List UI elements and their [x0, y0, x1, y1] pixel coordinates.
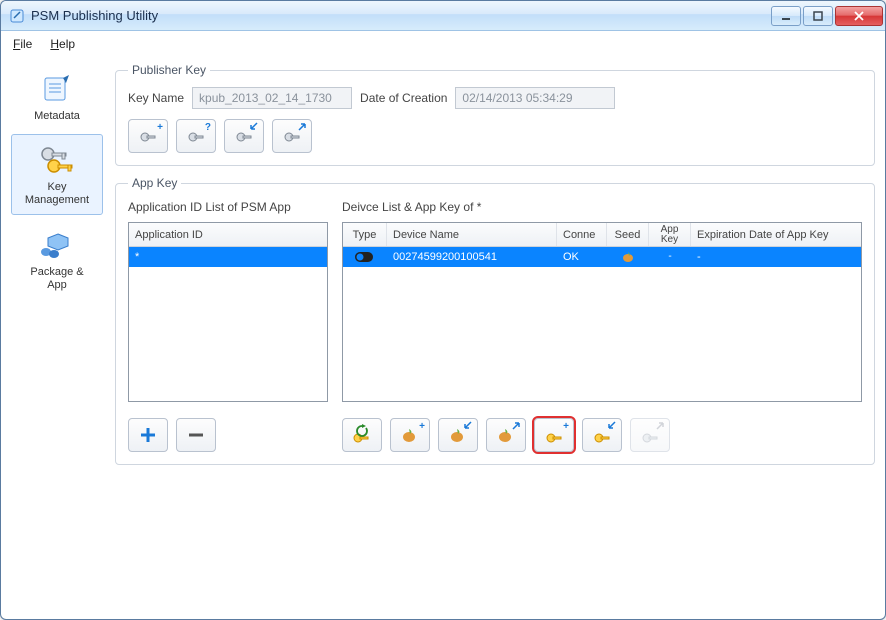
import-arrow-icon	[249, 122, 259, 135]
seed-icon	[607, 247, 649, 267]
create-app-key-button[interactable]: +	[534, 418, 574, 452]
device-toolbar: +	[342, 418, 862, 452]
publisher-key-group: Publisher Key Key Name kpub_2013_02_14_1…	[115, 63, 875, 166]
appid-toolbar	[128, 418, 328, 452]
import-app-key-button[interactable]	[582, 418, 622, 452]
import-arrow-icon	[463, 421, 473, 434]
sidebar-item-key-management[interactable]: Key Management	[11, 134, 103, 214]
add-seed-button[interactable]: +	[390, 418, 430, 452]
device-list-label: Deivce List & App Key of *	[342, 200, 862, 214]
key-name-field: kpub_2013_02_14_1730	[192, 87, 352, 109]
device-list[interactable]: Type Device Name Conne Seed App Key Expi…	[342, 222, 862, 402]
table-row[interactable]: 00274599200100541 OK - -	[343, 247, 861, 267]
minimize-button[interactable]	[771, 6, 801, 26]
maximize-button[interactable]	[803, 6, 833, 26]
appid-list-header: Application ID	[129, 223, 327, 247]
col-type[interactable]: Type	[343, 223, 387, 246]
import-arrow-icon	[607, 421, 617, 434]
key-management-icon	[37, 143, 77, 177]
refresh-keys-button[interactable]	[342, 418, 382, 452]
device-list-header: Type Device Name Conne Seed App Key Expi…	[343, 223, 861, 247]
date-field: 02/14/2013 05:34:29	[455, 87, 615, 109]
col-exp[interactable]: Expiration Date of App Key	[691, 223, 861, 246]
question-icon: ?	[205, 122, 211, 133]
export-arrow-icon	[511, 421, 521, 434]
menubar: File Help	[1, 31, 885, 57]
metadata-icon	[37, 72, 77, 106]
col-key[interactable]: App Key	[649, 223, 691, 246]
sidebar-item-metadata[interactable]: Metadata	[11, 63, 103, 130]
window-controls	[771, 6, 883, 26]
key-name-label: Key Name	[128, 91, 184, 105]
sidebar-item-label: Key Management	[16, 181, 98, 207]
app-icon	[9, 8, 25, 24]
titlebar: PSM Publishing Utility	[1, 1, 885, 31]
col-conn[interactable]: Conne	[557, 223, 607, 246]
date-label: Date of Creation	[360, 91, 447, 105]
device-type-icon	[343, 247, 387, 267]
sidebar-item-package-app[interactable]: Package & App	[11, 219, 103, 299]
publisher-key-legend: Publisher Key	[128, 63, 210, 77]
plus-icon: +	[419, 421, 425, 432]
appid-column-header[interactable]: Application ID	[129, 223, 327, 246]
import-seed-button[interactable]	[438, 418, 478, 452]
create-key-button[interactable]: +	[128, 119, 168, 153]
package-app-icon	[37, 228, 77, 262]
app-window: PSM Publishing Utility File Help	[0, 0, 886, 620]
export-arrow-icon	[655, 421, 665, 434]
key-info-button[interactable]: ?	[176, 119, 216, 153]
export-app-key-button	[630, 418, 670, 452]
export-seed-button[interactable]	[486, 418, 526, 452]
appid-list-label: Application ID List of PSM App	[128, 200, 328, 214]
publisher-key-toolbar: + ?	[128, 119, 862, 153]
list-item[interactable]: *	[129, 247, 327, 267]
col-seed[interactable]: Seed	[607, 223, 649, 246]
sidebar-item-label: Metadata	[16, 110, 98, 123]
appid-list[interactable]: Application ID *	[128, 222, 328, 402]
sidebar: Metadata Key Management	[7, 63, 107, 609]
add-appid-button[interactable]	[128, 418, 168, 452]
remove-appid-button[interactable]	[176, 418, 216, 452]
app-key-legend: App Key	[128, 176, 181, 190]
col-name[interactable]: Device Name	[387, 223, 557, 246]
menu-help[interactable]: Help	[50, 37, 75, 51]
window-title: PSM Publishing Utility	[31, 8, 771, 23]
plus-icon: +	[157, 122, 163, 133]
close-button[interactable]	[835, 6, 883, 26]
export-key-button[interactable]	[272, 119, 312, 153]
import-key-button[interactable]	[224, 119, 264, 153]
menu-file[interactable]: File	[13, 37, 32, 51]
app-key-group: App Key Application ID List of PSM App A…	[115, 176, 875, 465]
content-area: Metadata Key Management	[1, 57, 885, 619]
export-arrow-icon	[297, 122, 307, 135]
sidebar-item-label: Package & App	[16, 266, 98, 292]
main-panel: Publisher Key Key Name kpub_2013_02_14_1…	[115, 63, 875, 609]
plus-icon: +	[563, 421, 569, 432]
